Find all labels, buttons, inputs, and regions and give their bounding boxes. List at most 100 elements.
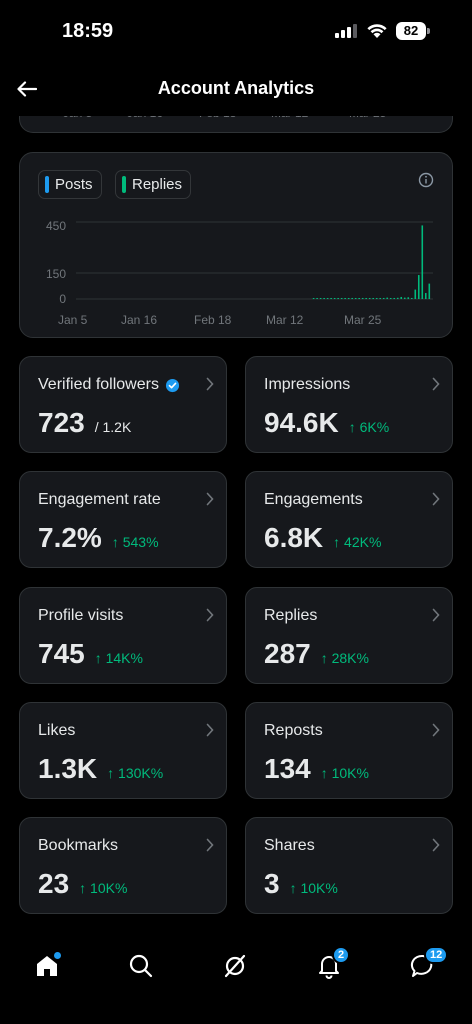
stat-label: Verified followers <box>38 376 180 394</box>
chart-bar <box>379 298 382 299</box>
chevron-right-icon <box>432 723 440 737</box>
stat-value: 7.2% <box>38 522 102 553</box>
x-tick-label: Mar 12 <box>266 313 304 327</box>
stat-label-text: Verified followers <box>38 376 159 393</box>
tab-grok[interactable] <box>213 944 257 988</box>
chart-bar <box>365 298 367 299</box>
x-tick-label: Mar 25 <box>344 313 382 327</box>
bottom-tab-bar: 2 12 <box>0 930 472 1024</box>
stat-value-row: 94.6K ↑ 6K% <box>264 407 389 439</box>
chart-bar <box>400 296 403 299</box>
stat-value-row: 7.2% ↑ 543% <box>38 522 159 554</box>
stat-value: 3 <box>264 868 280 899</box>
x-tick-label: Jan 5 <box>58 313 88 327</box>
stat-card-reposts[interactable]: Reposts 134 ↑ 10K% <box>245 702 453 799</box>
home-notification-dot <box>54 952 61 959</box>
stat-value: 723 <box>38 407 85 438</box>
chevron-right-icon <box>432 377 440 391</box>
stat-label-text: Impressions <box>264 376 351 393</box>
stat-card-replies[interactable]: Replies 287 ↑ 28K% <box>245 587 453 684</box>
status-time: 18:59 <box>62 20 114 42</box>
stat-label: Engagements <box>264 491 363 509</box>
chart-bar <box>417 275 420 299</box>
stat-value: 1.3K <box>38 753 98 784</box>
stat-label-text: Bookmarks <box>38 837 119 854</box>
chevron-right-icon <box>206 723 214 737</box>
stat-label-text: Reposts <box>264 722 323 739</box>
stat-value-row: 287 ↑ 28K% <box>264 638 369 670</box>
verified-badge-icon <box>165 378 180 392</box>
chevron-right-icon <box>206 377 214 391</box>
y-tick-label: 0 <box>59 292 66 306</box>
page-title: Account Analytics <box>157 78 315 98</box>
stat-value-row: 23 ↑ 10K% <box>38 868 127 900</box>
chart-bar <box>421 225 424 299</box>
grok-icon <box>224 954 246 978</box>
stat-card-likes[interactable]: Likes 1.3K ↑ 130K% <box>19 702 227 799</box>
chart-bar <box>312 298 315 299</box>
stat-label: Profile visits <box>38 607 123 625</box>
chart-bar <box>372 298 374 299</box>
stat-change: ↑ 42K% <box>333 534 382 550</box>
battery-tip <box>427 28 430 34</box>
stat-card-impressions[interactable]: Impressions 94.6K ↑ 6K% <box>245 356 453 453</box>
chevron-right-icon <box>206 492 214 506</box>
chart-bar <box>375 298 378 299</box>
stat-change: ↑ 6K% <box>348 419 390 435</box>
stat-label: Shares <box>264 837 315 855</box>
chart-bar <box>354 298 357 299</box>
stat-label-text: Engagement rate <box>38 491 161 508</box>
chart-bar <box>382 297 385 299</box>
stat-value: 287 <box>264 638 311 669</box>
stat-card-bookmarks[interactable]: Bookmarks 23 ↑ 10K% <box>19 817 227 914</box>
stat-value-row: 3 ↑ 10K% <box>264 868 338 900</box>
chevron-right-icon <box>432 492 440 506</box>
wifi-icon <box>367 24 387 38</box>
tab-search[interactable] <box>119 944 163 988</box>
stat-change: ↑ 130K% <box>107 765 164 781</box>
stat-value-row: 134 ↑ 10K% <box>264 753 369 785</box>
chart-bar <box>316 298 318 299</box>
chevron-right-icon <box>432 838 440 852</box>
chart-bar <box>358 298 360 299</box>
chart-bar <box>424 293 427 299</box>
stat-value: 745 <box>38 638 85 669</box>
stat-label-text: Profile visits <box>38 607 124 624</box>
stat-card-verified-followers[interactable]: Verified followers 723 / 1.2K <box>19 356 227 453</box>
stat-value-row: 1.3K ↑ 130K% <box>38 753 163 785</box>
chevron-right-icon <box>206 838 214 852</box>
stat-value-row: 745 ↑ 14K% <box>38 638 143 670</box>
stat-change: ↑ 28K% <box>320 650 369 666</box>
chart-bar <box>368 298 371 299</box>
battery-indicator: 82 <box>396 22 430 40</box>
chart-bar <box>389 298 392 299</box>
stat-label-text: Shares <box>264 837 315 854</box>
chart-bar <box>407 297 410 299</box>
stat-card-engagements[interactable]: Engagements 6.8K ↑ 42K% <box>245 471 453 568</box>
stat-label: Bookmarks <box>38 837 118 855</box>
cellular-signal-icon <box>335 24 357 38</box>
stat-change: ↑ 10K% <box>79 880 128 896</box>
stat-card-profile-visits[interactable]: Profile visits 745 ↑ 14K% <box>19 587 227 684</box>
stat-change: ↑ 10K% <box>320 765 369 781</box>
y-tick-label: 150 <box>46 267 66 281</box>
tab-messages[interactable]: 12 <box>401 944 449 988</box>
stat-card-shares[interactable]: Shares 3 ↑ 10K% <box>245 817 453 914</box>
stat-label: Likes <box>38 722 75 740</box>
chart-bar <box>319 298 322 299</box>
chart-bar <box>344 298 346 299</box>
stat-card-engagement-rate[interactable]: Engagement rate 7.2% ↑ 543% <box>19 471 227 568</box>
chart-bar <box>326 298 329 299</box>
stat-label: Engagement rate <box>38 491 161 509</box>
y-tick-label: 450 <box>46 219 66 233</box>
stat-label: Impressions <box>264 376 350 394</box>
x-tick-label: Feb 18 <box>194 313 232 327</box>
chart-bar <box>333 298 336 299</box>
tab-home[interactable] <box>25 944 69 988</box>
chart-bar <box>393 297 396 299</box>
stat-value: 94.6K <box>264 407 339 438</box>
search-icon <box>129 954 153 978</box>
tab-notifications[interactable]: 2 <box>307 944 351 988</box>
stat-value: 6.8K <box>264 522 324 553</box>
chart-bar <box>410 297 413 299</box>
